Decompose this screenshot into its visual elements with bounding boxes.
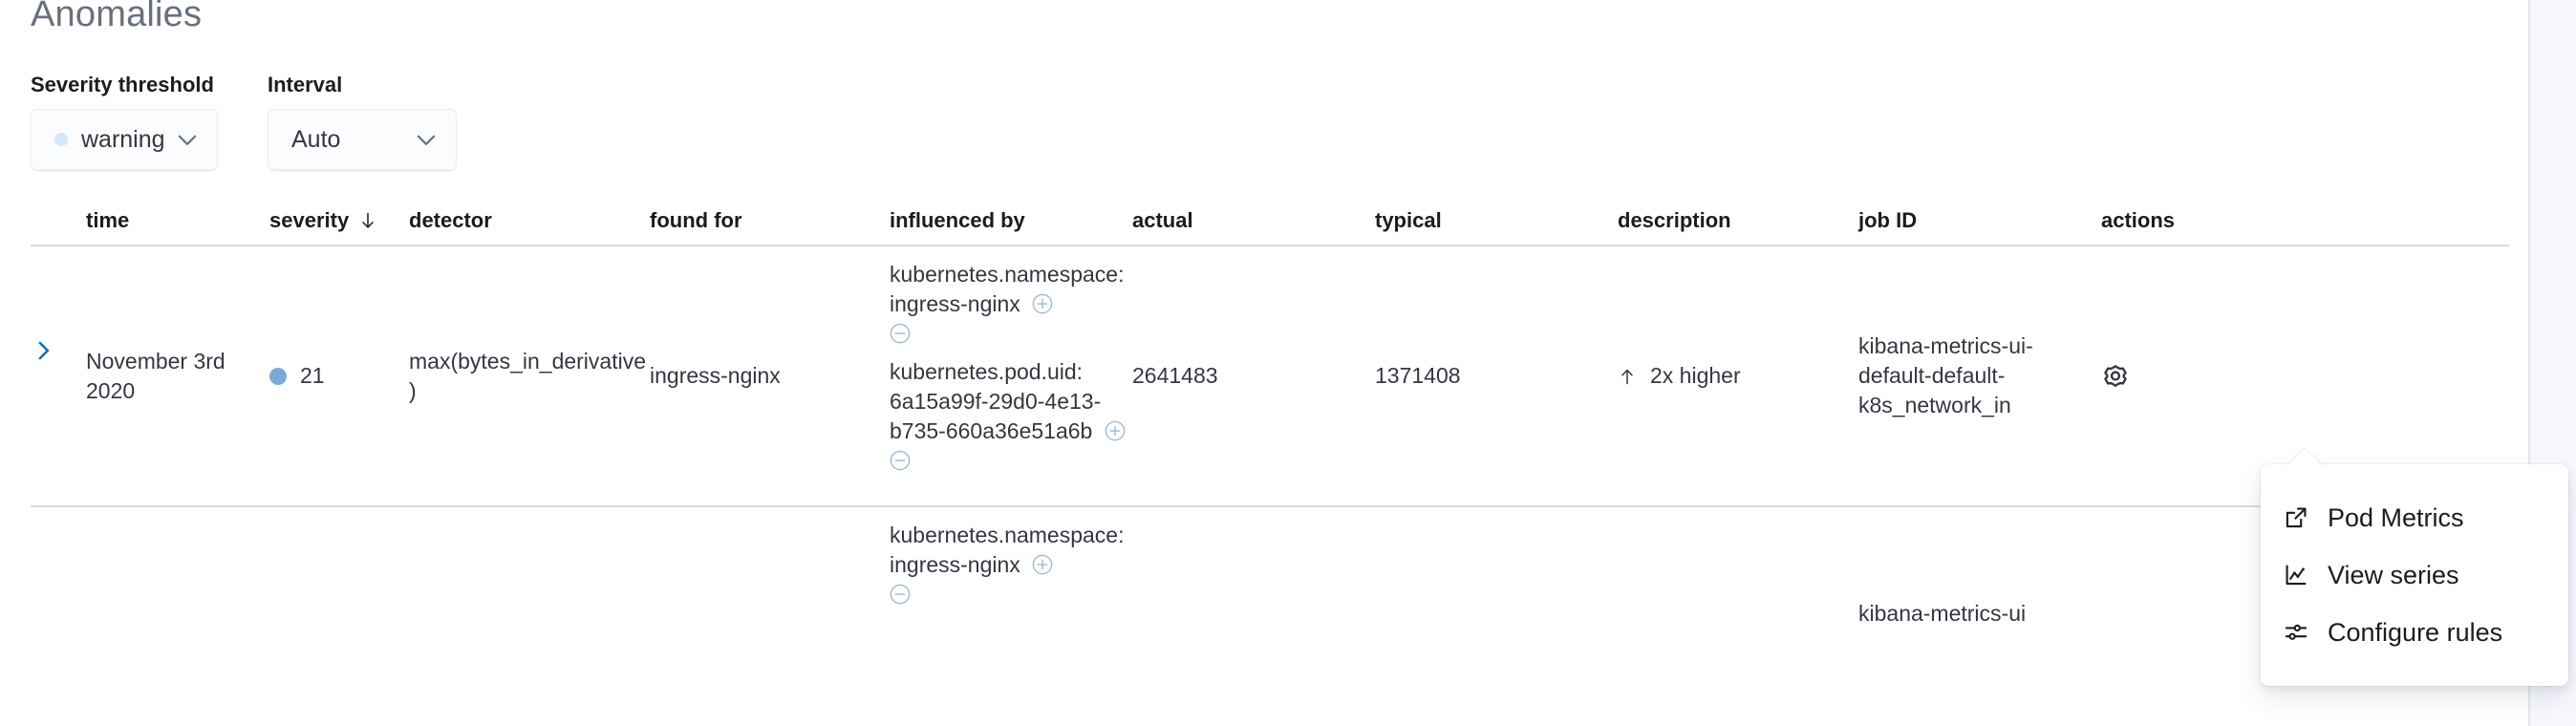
row-actions-button[interactable] — [2101, 362, 2130, 391]
table-row: November 3rd 2020 21 max(bytes_in_deriva… — [31, 246, 2509, 507]
chart-line-icon — [2284, 563, 2308, 587]
cell-job-id: kibana-metrics-ui — [1858, 507, 2101, 660]
menu-item-view-series[interactable]: View series — [2261, 546, 2568, 604]
menu-item-configure-rules[interactable]: Configure rules — [2261, 604, 2568, 661]
influencer-entry: kubernetes.pod.uid: 6a15a99f-29d0-4e13-b… — [890, 357, 1132, 471]
anomalies-table: time severity detector found for influen… — [31, 199, 2509, 660]
header-expand-spacer — [31, 233, 86, 245]
column-header-found-for[interactable]: found for — [650, 208, 890, 245]
menu-item-label: Pod Metrics — [2328, 502, 2464, 534]
menu-item-pod-metrics[interactable]: Pod Metrics — [2261, 489, 2568, 546]
column-header-typical[interactable]: typical — [1375, 208, 1618, 245]
column-header-detector[interactable]: detector — [409, 208, 650, 245]
plus-circle-icon[interactable] — [1032, 554, 1053, 575]
sliders-icon — [2284, 620, 2308, 645]
arrow-down-icon — [358, 211, 377, 230]
plus-circle-icon[interactable] — [1105, 420, 1126, 441]
plus-circle-icon[interactable] — [1032, 293, 1053, 314]
influencer-entry: kubernetes.namespace: ingress-nginx — [890, 521, 1132, 605]
severity-threshold-value: warning — [81, 125, 175, 154]
arrow-up-icon — [1618, 366, 1637, 387]
cell-description: 2x higher — [1618, 246, 1858, 505]
severity-badge-dot — [269, 368, 287, 385]
cell-found-for — [650, 507, 890, 660]
cell-job-id: kibana-metrics-ui-default-default-k8s_ne… — [1858, 246, 2101, 505]
minus-circle-icon[interactable] — [890, 450, 911, 471]
influencer-text: kubernetes.pod.uid: 6a15a99f-29d0-4e13-b… — [890, 359, 1101, 443]
minus-circle-icon[interactable] — [890, 584, 911, 605]
filter-controls: Severity threshold warning Interval Auto — [31, 73, 457, 170]
cell-detector — [409, 507, 650, 660]
interval-label: Interval — [268, 73, 457, 97]
column-header-description[interactable]: description — [1618, 208, 1858, 245]
cell-influenced-by: kubernetes.namespace: ingress-nginx kube… — [890, 246, 1132, 505]
gear-icon — [2101, 362, 2130, 391]
row-expand-cell — [31, 507, 86, 660]
cell-actual: 2641483 — [1132, 246, 1375, 505]
cell-typical: 1371408 — [1375, 246, 1618, 505]
influencer-text: kubernetes.namespace: ingress-nginx — [890, 262, 1125, 316]
chevron-down-icon — [414, 127, 439, 152]
row-expand-cell — [31, 246, 86, 505]
menu-item-label: View series — [2328, 559, 2459, 591]
external-link-icon — [2284, 505, 2308, 530]
severity-value: 21 — [300, 361, 325, 391]
column-header-time[interactable]: time — [86, 208, 269, 245]
cell-time — [86, 507, 269, 660]
interval-field: Interval Auto — [268, 73, 457, 170]
column-header-actual[interactable]: actual — [1132, 208, 1375, 245]
anomalies-panel: Anomalies Severity threshold warning Int… — [0, 0, 2576, 726]
expand-row-button[interactable] — [31, 338, 55, 363]
influencer-entry: kubernetes.namespace: ingress-nginx — [890, 260, 1132, 344]
severity-color-dot — [54, 133, 68, 146]
table-row: kubernetes.namespace: ingress-nginx — [31, 507, 2509, 660]
table-header-row: time severity detector found for influen… — [31, 199, 2509, 246]
column-header-actions: actions — [2101, 208, 2344, 245]
column-header-influenced-by[interactable]: influenced by — [890, 208, 1132, 245]
cell-influenced-by: kubernetes.namespace: ingress-nginx — [890, 507, 1132, 660]
menu-item-label: Configure rules — [2328, 616, 2502, 649]
minus-circle-icon[interactable] — [890, 323, 911, 344]
severity-threshold-label: Severity threshold — [31, 73, 218, 97]
cell-time: November 3rd 2020 — [86, 246, 269, 505]
description-text: 2x higher — [1650, 361, 1741, 391]
influencer-text: kubernetes.namespace: ingress-nginx — [890, 523, 1125, 577]
row-actions-popover: Pod Metrics View series Configure rules — [2261, 464, 2568, 686]
chevron-down-icon — [175, 127, 200, 152]
chevron-right-icon — [31, 338, 55, 363]
column-header-severity-label: severity — [269, 208, 349, 233]
cell-actual — [1132, 507, 1375, 660]
interval-value: Auto — [291, 125, 414, 154]
cell-description — [1618, 507, 1858, 660]
popover-arrow — [2287, 448, 2322, 465]
cell-detector: max(bytes_in_derivative) — [409, 246, 650, 505]
interval-select[interactable]: Auto — [268, 109, 457, 170]
severity-threshold-field: Severity threshold warning — [31, 73, 218, 170]
column-header-severity[interactable]: severity — [269, 208, 409, 245]
severity-threshold-select[interactable]: warning — [31, 109, 218, 170]
column-header-job-id[interactable]: job ID — [1858, 208, 2101, 245]
cell-severity — [269, 507, 409, 660]
page-title: Anomalies — [31, 0, 202, 36]
cell-severity: 21 — [269, 246, 409, 505]
cell-typical — [1375, 507, 1618, 660]
cell-found-for: ingress-nginx — [650, 246, 890, 505]
